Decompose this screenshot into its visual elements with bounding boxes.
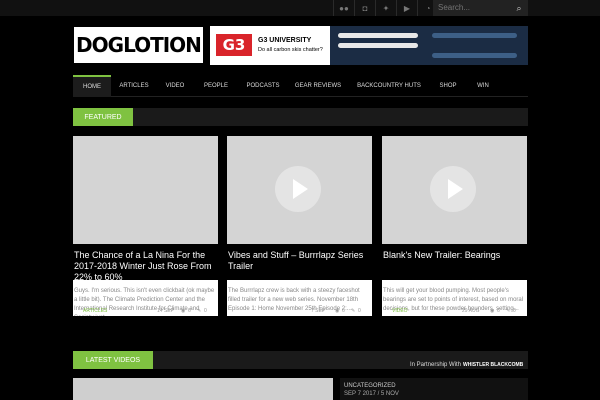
latest-right-title[interactable]: UNCATEGORIZED	[344, 383, 396, 389]
featured-card[interactable]: Blank's New Trailer: Bearings This will …	[382, 136, 527, 316]
nav-item-win[interactable]: WIN	[471, 75, 495, 97]
featured-card[interactable]: Vibes and Stuff – Burrrlapz Series Trail…	[227, 136, 372, 316]
card-views: 6	[188, 308, 191, 314]
latest-right-date: SEP 7 2017 / 5 NOV	[344, 391, 399, 397]
ad-ski-graphic	[432, 53, 517, 58]
main-nav: HOME ARTICLES VIDEO PEOPLE PODCASTS GEAR…	[73, 75, 528, 97]
top-bar: ●● ◘ ✦ ▶ ◔ ⌕	[0, 0, 600, 16]
comments-icon: ✎	[197, 308, 202, 314]
nav-item-backcountry-huts[interactable]: BACKCOUNTRY HUTS	[353, 75, 425, 97]
social-links: ●● ◘ ✦ ▶ ◔	[333, 0, 438, 16]
twitter-icon[interactable]: ✦	[375, 0, 396, 16]
play-icon[interactable]	[275, 166, 321, 212]
ad-ski-graphic	[338, 33, 418, 38]
nav-item-home[interactable]: HOME	[73, 75, 111, 97]
nav-item-people[interactable]: PEOPLE	[199, 75, 233, 97]
card-comments: 0	[513, 308, 516, 314]
featured-section-bar: FEATURED	[73, 108, 528, 126]
instagram-icon[interactable]: ◘	[354, 0, 375, 16]
flickr-icon[interactable]: ●●	[333, 0, 354, 16]
comments-icon: ✎	[506, 308, 511, 314]
partner-text: In Partnership With	[410, 362, 462, 368]
ad-banner[interactable]: G3 G3 UNIVERSITY Do all carbon skis chat…	[210, 26, 528, 65]
card-category[interactable]: VIDEO	[392, 308, 408, 314]
latest-videos-label: LATEST VIDEOS	[73, 351, 153, 369]
card-thumbnail[interactable]	[227, 136, 372, 244]
ad-ski-graphic	[432, 33, 517, 38]
nav-item-gear-reviews[interactable]: GEAR REVIEWS	[293, 75, 343, 97]
page: ●● ◘ ✦ ▶ ◔ ⌕ DOGLOTION G3 G3 UNIVERSITY …	[0, 0, 600, 400]
nav-item-video[interactable]: VIDEO	[159, 75, 191, 97]
nav-item-shop[interactable]: SHOP	[435, 75, 461, 97]
card-date: 29 AUG	[462, 308, 480, 314]
search-icon[interactable]: ⌕	[510, 0, 528, 16]
card-views: 6	[497, 308, 500, 314]
card-title[interactable]: Vibes and Stuff – Burrrlapz Series Trail…	[227, 244, 372, 280]
latest-video-sidebar: UNCATEGORIZED SEP 7 2017 / 5 NOV	[340, 378, 528, 400]
featured-label: FEATURED	[73, 108, 133, 126]
nav-item-articles[interactable]: ARTICLES	[115, 75, 153, 97]
comments-icon: ✎	[351, 308, 356, 314]
play-icon[interactable]	[430, 166, 476, 212]
nav-item-podcasts[interactable]: PODCASTS	[241, 75, 285, 97]
site-logo[interactable]: DOGLOTION	[73, 26, 204, 64]
card-meta: VIDEO 29 AUG ◉ 6 ✎ 0	[382, 308, 527, 316]
ad-headline: G3 UNIVERSITY	[258, 37, 312, 44]
logo-text: DOGLOTION	[76, 33, 202, 57]
ad-subhead: Do all carbon skis chatter?	[258, 47, 323, 53]
card-comments: 0	[358, 308, 361, 314]
views-icon: ◉	[490, 308, 495, 314]
card-title[interactable]: The Chance of a La Nina For the 2017-201…	[73, 244, 218, 282]
latest-video-thumbnail[interactable]	[73, 378, 333, 400]
card-category[interactable]: ARTICLES	[83, 308, 107, 314]
ad-brand-logo: G3	[216, 34, 252, 56]
card-meta: ARTICLES 14 SEP ◉ 6 ✎ 0	[73, 308, 218, 316]
views-icon: ◉	[181, 308, 186, 314]
ad-ski-graphic	[338, 43, 418, 48]
card-thumbnail[interactable]	[382, 136, 527, 244]
views-icon: ◉	[335, 308, 340, 314]
card-title[interactable]: Blank's New Trailer: Bearings	[382, 244, 527, 280]
partner-logo[interactable]: WHISTLER BLACKCOMB	[463, 354, 528, 368]
featured-card[interactable]: The Chance of a La Nina For the 2017-201…	[73, 136, 218, 316]
youtube-icon[interactable]: ▶	[396, 0, 417, 16]
card-views: 6	[342, 308, 345, 314]
card-date: 14 SEP	[157, 308, 174, 314]
card-date: 7 SEP	[311, 308, 326, 314]
card-meta: 7 SEP ◉ 6 ✎ 0	[227, 308, 372, 316]
card-comments: 0	[204, 308, 207, 314]
card-thumbnail[interactable]	[73, 136, 218, 244]
